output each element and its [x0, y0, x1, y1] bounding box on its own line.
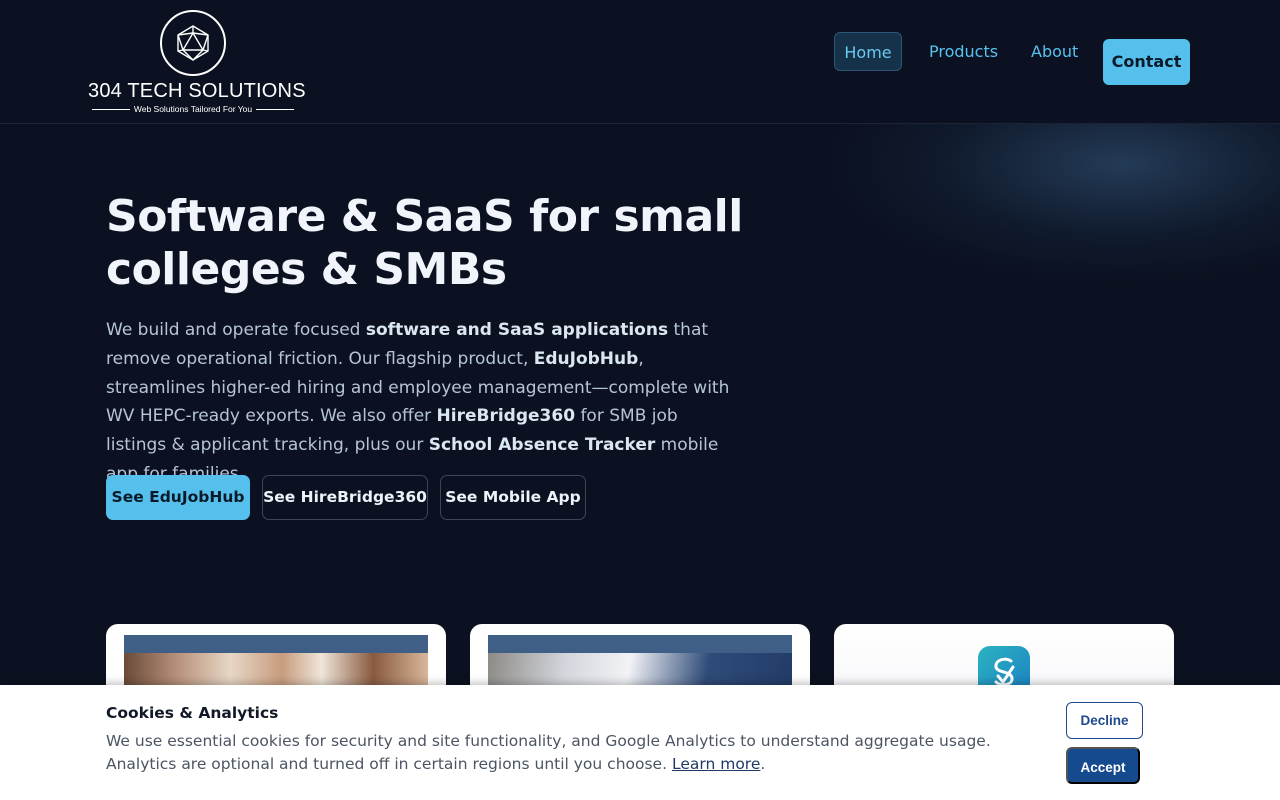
- screenshot-navbar: [488, 635, 792, 653]
- see-mobile-app-button[interactable]: See Mobile App: [440, 475, 586, 520]
- hero-highlight: EduJobHub: [533, 348, 639, 369]
- hero-highlight: School Absence Tracker: [428, 435, 656, 456]
- tagline-rule-left: [91, 108, 130, 110]
- brand-tagline: Web Solutions Tailored For You: [133, 104, 253, 114]
- decline-button[interactable]: Decline: [1066, 702, 1143, 739]
- hero-description: We build and operate focused software an…: [106, 316, 731, 489]
- hero-section: Software & SaaS for small colleges & SMB…: [106, 190, 746, 489]
- cookie-title: Cookies & Analytics: [106, 704, 279, 722]
- hero-title: Software & SaaS for small colleges & SMB…: [106, 191, 743, 295]
- hero-text-run: We build and operate focused: [106, 320, 366, 340]
- brand-logo[interactable]: 304 TECH SOLUTIONS Web Solutions Tailore…: [88, 10, 306, 116]
- hero-highlight: HireBridge360: [436, 406, 576, 427]
- see-edujobhub-button[interactable]: See EduJobHub: [106, 475, 250, 520]
- cookie-banner: Cookies & Analytics We use essential coo…: [0, 685, 1280, 800]
- contact-button[interactable]: Contact: [1103, 39, 1190, 85]
- brand-name: 304 TECH SOLUTIONS: [88, 80, 306, 102]
- screenshot-navbar: [124, 635, 428, 653]
- cookie-message: We use essential cookies for security an…: [106, 732, 991, 773]
- learn-more-link[interactable]: Learn more: [672, 755, 760, 773]
- nav-products[interactable]: Products: [929, 32, 998, 71]
- cookie-text-end: .: [760, 755, 766, 773]
- see-hirebridge360-button[interactable]: See HireBridge360: [262, 475, 428, 520]
- nav-about[interactable]: About: [1031, 32, 1078, 71]
- nav-home[interactable]: Home: [834, 32, 902, 71]
- site-header: 304 TECH SOLUTIONS Web Solutions Tailore…: [0, 0, 1280, 124]
- tagline-rule-right: [256, 108, 295, 110]
- hero-highlight: software and SaaS applications: [365, 320, 669, 340]
- accept-button[interactable]: Accept: [1066, 747, 1140, 784]
- brand-tagline-row: Web Solutions Tailored For You: [88, 104, 298, 114]
- icosahedron-icon: [160, 10, 226, 76]
- cookie-text: We use essential cookies for security an…: [106, 730, 1026, 776]
